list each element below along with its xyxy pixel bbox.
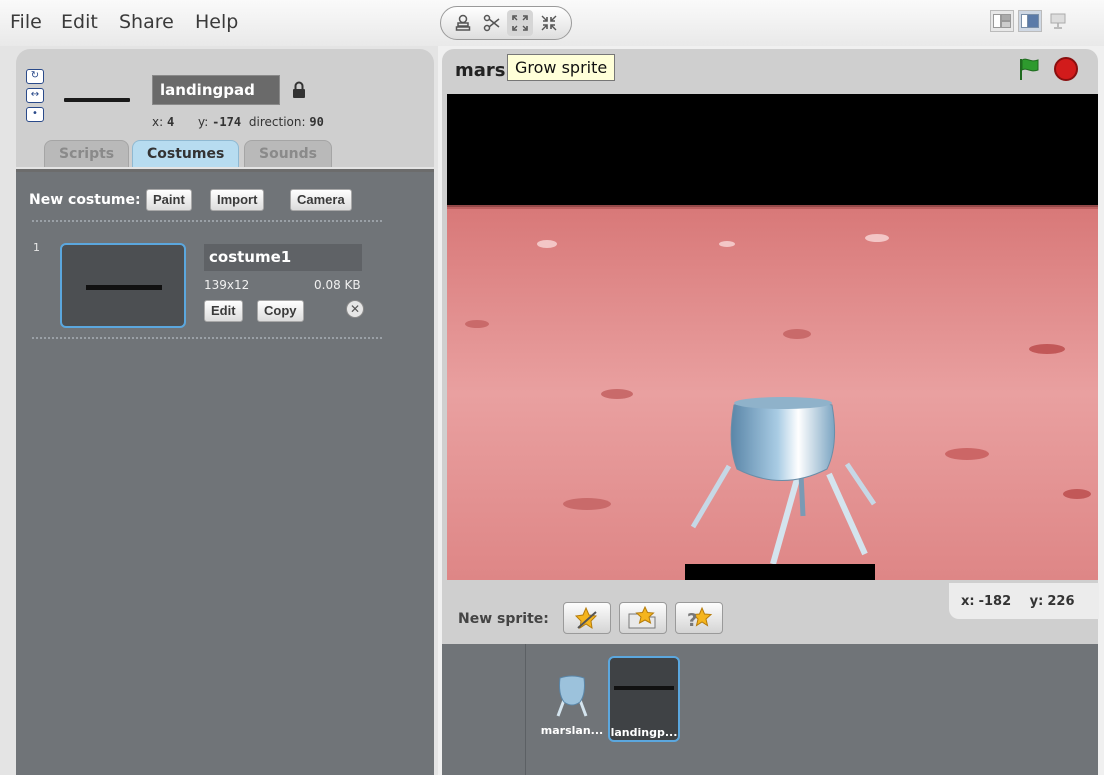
new-costume-label: New costume: [29, 192, 141, 208]
costume-name-field[interactable]: costume1 [204, 244, 362, 271]
direction-value: 90 [309, 115, 324, 129]
mouse-x-label: x: [961, 594, 975, 609]
paint-button[interactable]: Paint [146, 189, 192, 211]
x-label: x: [152, 115, 164, 129]
sprite-item-marslander[interactable]: marslan... [536, 656, 608, 742]
stop-button[interactable] [1054, 57, 1078, 81]
divider [32, 337, 382, 339]
copy-costume-button[interactable]: Copy [257, 300, 304, 322]
menu-edit[interactable]: Edit [61, 11, 98, 33]
presentation-mode-icon[interactable] [1046, 10, 1070, 32]
mouse-y-label: y: [1029, 594, 1044, 609]
sprite-coordinates: x: 4 y: -174 direction: 90 [152, 115, 324, 129]
landingpad-thumb [614, 686, 674, 690]
delete-costume-icon[interactable]: ✕ [346, 300, 364, 318]
green-flag-icon[interactable] [1016, 56, 1042, 82]
sprite-item-landingpad[interactable]: landingp... [608, 656, 680, 742]
mouse-y-value: 226 [1047, 594, 1075, 609]
mouse-coordinates: x: -182 y: 226 [949, 583, 1099, 619]
menu-help[interactable]: Help [195, 11, 238, 33]
sprite-label-marslander: marslan... [540, 724, 604, 737]
view-mode-buttons [990, 10, 1070, 32]
costume-bar-image [86, 285, 162, 290]
menubar: File Edit Share Help [0, 0, 1104, 46]
y-value: -174 [212, 115, 242, 129]
tab-costumes[interactable]: Costumes [132, 140, 240, 167]
shrink-sprite-icon[interactable] [536, 10, 562, 36]
tooltip: Grow sprite [507, 54, 616, 81]
stage-panel: mars Grow sprite [442, 49, 1098, 592]
new-sprite-label: New sprite: [458, 611, 549, 627]
edit-costume-button[interactable]: Edit [204, 300, 243, 322]
tab-scripts[interactable]: Scripts [44, 140, 130, 167]
stage-thumbnail-area[interactable] [442, 644, 526, 775]
costume-size: 0.08 KB [314, 278, 361, 292]
paint-new-sprite-icon[interactable] [563, 602, 611, 634]
sprite-editor-panel: ↻ ↔ • landingpad x: 4 y: -174 direction:… [0, 46, 438, 775]
costume-number: 1 [33, 241, 40, 254]
stage-canvas[interactable] [447, 94, 1098, 580]
sprite-header: ↻ ↔ • landingpad x: 4 y: -174 direction:… [16, 49, 434, 167]
mouse-x-value: -182 [978, 594, 1012, 609]
costume-thumbnail[interactable] [60, 243, 186, 328]
duplicate-stamp-icon[interactable] [450, 10, 476, 36]
y-label: y: [198, 115, 209, 129]
mars-backdrop [447, 94, 1098, 580]
camera-button[interactable]: Camera [290, 189, 352, 211]
tab-sounds[interactable]: Sounds [244, 140, 332, 167]
import-button[interactable]: Import [210, 189, 265, 211]
small-stage-icon[interactable] [990, 10, 1014, 32]
sprite-name-field[interactable]: landingpad [152, 75, 280, 105]
sprite-label-landingpad: landingp... [610, 726, 678, 739]
rotate-none-icon[interactable]: • [26, 107, 44, 122]
sprite-list: marslan... landingp... [442, 644, 1098, 775]
choose-sprite-file-icon[interactable] [619, 602, 667, 634]
rotate-can-rotate-icon[interactable]: ↻ [26, 69, 44, 84]
landing-pad-sprite[interactable] [685, 564, 875, 580]
sprite-tools [440, 6, 572, 40]
divider [32, 220, 382, 222]
direction-label: direction: [248, 115, 306, 129]
normal-stage-icon[interactable] [1018, 10, 1042, 32]
x-value: 4 [166, 115, 175, 129]
lock-icon[interactable] [292, 81, 306, 99]
costume-dimensions: 139x12 [204, 278, 250, 292]
delete-scissors-icon[interactable] [479, 10, 505, 36]
rotate-left-right-icon[interactable]: ↔ [26, 88, 44, 103]
costumes-pane: New costume: Paint Import Camera 1 costu… [16, 169, 434, 775]
svg-text:?: ? [687, 610, 697, 630]
menu-share[interactable]: Share [119, 11, 174, 33]
project-title: mars [455, 60, 506, 81]
menu-file[interactable]: File [10, 11, 42, 33]
grow-sprite-icon[interactable] [507, 10, 534, 36]
surprise-sprite-icon[interactable]: ? [675, 602, 723, 634]
sprite-thumbnail [64, 98, 130, 102]
